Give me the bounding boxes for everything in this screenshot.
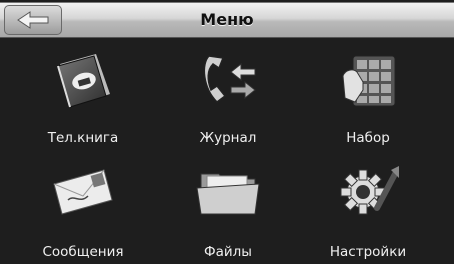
- menu-item-label: Тел.книга: [47, 130, 119, 146]
- menu-item-call-log[interactable]: Журнал: [168, 48, 288, 148]
- menu-item-label: Журнал: [199, 130, 257, 146]
- menu-item-phonebook[interactable]: Тел.книга: [23, 48, 143, 148]
- back-button[interactable]: [4, 5, 62, 35]
- menu-item-label: Файлы: [204, 244, 252, 260]
- phonebook-icon: [48, 50, 118, 110]
- call-log-icon: [193, 50, 263, 110]
- back-arrow-icon: [17, 11, 49, 29]
- menu-item-settings[interactable]: Настройки: [308, 158, 428, 260]
- menu-item-label: Набор: [346, 130, 390, 146]
- screen: Меню Тел.книга Журнал Набор Сообщения Фа…: [0, 0, 454, 264]
- menu-grid: Тел.книга Журнал Набор Сообщения Файлы Н…: [0, 48, 454, 260]
- menu-item-messages[interactable]: Сообщения: [23, 158, 143, 260]
- messages-icon: [48, 160, 118, 220]
- settings-gear-icon: [333, 160, 403, 220]
- menu-item-label: Настройки: [329, 244, 407, 260]
- menu-item-files[interactable]: Файлы: [168, 158, 288, 260]
- menu-item-label: Сообщения: [42, 244, 124, 260]
- menu-item-dialpad[interactable]: Набор: [308, 48, 428, 148]
- page-title: Меню: [200, 10, 254, 29]
- dialpad-icon: [333, 50, 403, 110]
- header-bar: Меню: [0, 2, 454, 38]
- files-folder-icon: [193, 160, 263, 220]
